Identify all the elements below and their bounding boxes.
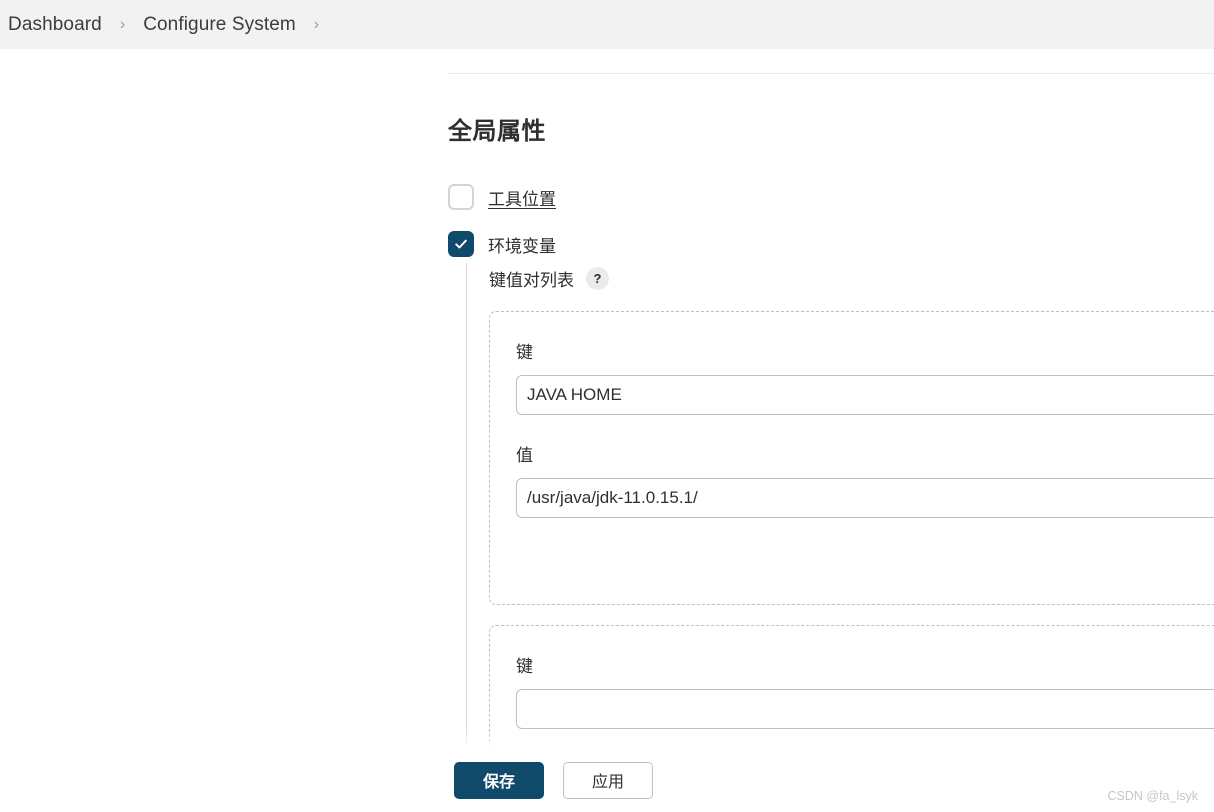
kv-list-label: 键值对列表 <box>489 270 574 290</box>
checkbox-tool-location[interactable] <box>448 184 474 210</box>
checkbox-label-environment-variables[interactable]: 环境变量 <box>488 232 556 257</box>
section-divider <box>448 73 1214 74</box>
option-row-tool-location[interactable]: 工具位置 <box>448 184 556 210</box>
kv-list-header: 键值对列表 ? <box>489 263 1214 293</box>
kv-list-section: 键值对列表 ? 键 值 键 <box>466 263 1214 780</box>
breadcrumb-item-dashboard[interactable]: Dashboard <box>8 14 102 36</box>
kv-entry-2-key-label: 键 <box>516 657 533 676</box>
watermark: CSDN @fa_lsyk <box>1107 789 1199 803</box>
page-root: Dashboard › Configure System › 全局属性 工具位置… <box>0 0 1214 812</box>
option-row-environment-variables[interactable]: 环境变量 <box>448 231 556 257</box>
kv-entry-key-field: 键 <box>516 338 1214 415</box>
apply-button[interactable]: 应用 <box>563 761 653 799</box>
page-title: 全局属性 <box>448 118 546 145</box>
kv-entry-value-label: 值 <box>516 446 533 465</box>
check-icon <box>455 239 467 249</box>
help-icon[interactable]: ? <box>586 266 609 290</box>
kv-entry-value-input[interactable] <box>516 478 1214 518</box>
kv-entry-value-field: 值 <box>516 441 1214 518</box>
kv-entry-2-key-input[interactable] <box>516 689 1214 729</box>
checkbox-label-tool-location[interactable]: 工具位置 <box>488 185 556 210</box>
form-footer: 保存 应用 CSDN @fa_lsyk <box>0 748 1214 812</box>
breadcrumb-bar: Dashboard › Configure System › <box>0 0 1214 49</box>
kv-entry-2-key-field: 键 <box>516 652 1214 729</box>
kv-entry-key-input[interactable] <box>516 375 1214 415</box>
checkbox-environment-variables[interactable] <box>448 231 474 257</box>
chevron-right-icon-2: › <box>313 15 320 33</box>
kv-entry-key-label: 键 <box>516 343 533 362</box>
kv-entry-2: 键 <box>489 625 1214 760</box>
main-content: 全局属性 工具位置 环境变量 键值对列表 ? 键 JAVA HOME 值 /us… <box>0 49 1214 812</box>
kv-entry: 键 值 <box>489 311 1214 605</box>
breadcrumb-item-configure-system[interactable]: Configure System <box>143 14 296 36</box>
save-button[interactable]: 保存 <box>454 761 544 799</box>
chevron-right-icon: › <box>119 15 126 33</box>
